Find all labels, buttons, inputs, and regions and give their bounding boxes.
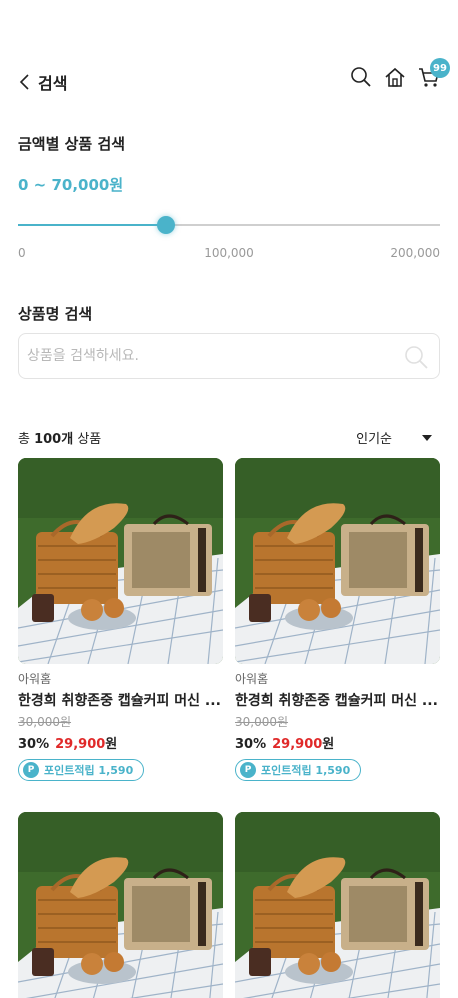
slider-thumb[interactable] bbox=[156, 216, 175, 234]
slider-min-label: 0 bbox=[18, 246, 26, 260]
cart-count-badge: 99 bbox=[430, 58, 450, 78]
header-actions: 99 bbox=[350, 58, 450, 88]
page-title: 검색 bbox=[38, 74, 68, 93]
home-button[interactable] bbox=[384, 66, 406, 88]
total-number: 100개 bbox=[34, 432, 74, 447]
points-badge: P 포인트적립 1,590 bbox=[235, 759, 362, 781]
total-prefix: 총 bbox=[18, 432, 35, 447]
points-text: 포인트적립 1,590 bbox=[261, 764, 351, 777]
product-image bbox=[18, 812, 223, 998]
total-count: 총 100개 상품 bbox=[18, 428, 101, 447]
product-name: 한경희 취향존중 캡슐커피 머신 ... bbox=[235, 693, 438, 709]
search-button[interactable] bbox=[350, 66, 372, 88]
price-slider[interactable] bbox=[18, 212, 440, 238]
name-search-title: 상품명 검색 bbox=[18, 305, 93, 323]
product-brand: 아워홈 bbox=[235, 672, 269, 686]
product-image bbox=[18, 458, 223, 664]
cart-button[interactable]: 99 bbox=[418, 58, 450, 88]
product-search-input[interactable] bbox=[27, 334, 397, 378]
search-icon[interactable] bbox=[403, 344, 429, 370]
slider-scale: 0 100,000 200,000 bbox=[18, 246, 440, 262]
points-text: 포인트적립 1,590 bbox=[44, 764, 134, 777]
price-row: 30% 29,900원 bbox=[235, 733, 440, 752]
app-header: 검색 99 bbox=[0, 58, 458, 106]
price-filter-title: 금액별 상품 검색 bbox=[18, 135, 126, 153]
chevron-left-icon bbox=[19, 74, 29, 90]
point-icon: P bbox=[23, 762, 39, 778]
currency-unit: 원 bbox=[105, 737, 118, 752]
search-icon bbox=[351, 67, 371, 87]
product-card[interactable] bbox=[235, 812, 440, 998]
sort-label: 인기순 bbox=[356, 432, 392, 447]
sale-price: 29,900 bbox=[272, 737, 323, 752]
discount-rate: 30% bbox=[235, 737, 267, 752]
points-badge: P 포인트적립 1,590 bbox=[18, 759, 145, 781]
discount-rate: 30% bbox=[18, 737, 50, 752]
sale-price: 29,900 bbox=[55, 737, 106, 752]
product-card[interactable]: 아워홈 한경희 취향존중 캡슐커피 머신 ... 30,000원 30% 29,9… bbox=[235, 458, 440, 781]
product-image bbox=[235, 458, 440, 664]
slider-mid-label: 100,000 bbox=[204, 246, 254, 260]
total-suffix: 상품 bbox=[73, 432, 102, 447]
back-button[interactable]: 검색 bbox=[18, 70, 67, 94]
original-price: 30,000원 bbox=[18, 715, 72, 729]
currency-unit: 원 bbox=[322, 737, 335, 752]
point-icon: P bbox=[240, 762, 256, 778]
product-brand: 아워홈 bbox=[18, 672, 52, 686]
product-image bbox=[235, 812, 440, 998]
slider-max-label: 200,000 bbox=[390, 246, 440, 260]
product-card[interactable]: 아워홈 한경희 취향존중 캡슐커피 머신 ... 30,000원 30% 29,9… bbox=[18, 458, 223, 781]
product-name: 한경희 취향존중 캡슐커피 머신 ... bbox=[18, 693, 221, 709]
price-range-value: 0 ~ 70,000원 bbox=[18, 176, 124, 194]
caret-down-icon bbox=[422, 434, 432, 441]
product-search-box bbox=[18, 333, 440, 379]
price-row: 30% 29,900원 bbox=[18, 733, 223, 752]
product-card[interactable] bbox=[18, 812, 223, 998]
list-toolbar: 총 100개 상품 인기순 bbox=[18, 428, 440, 448]
original-price: 30,000원 bbox=[235, 715, 289, 729]
home-icon bbox=[385, 67, 405, 87]
sort-dropdown[interactable]: 인기순 bbox=[356, 428, 432, 447]
slider-fill bbox=[18, 224, 166, 226]
